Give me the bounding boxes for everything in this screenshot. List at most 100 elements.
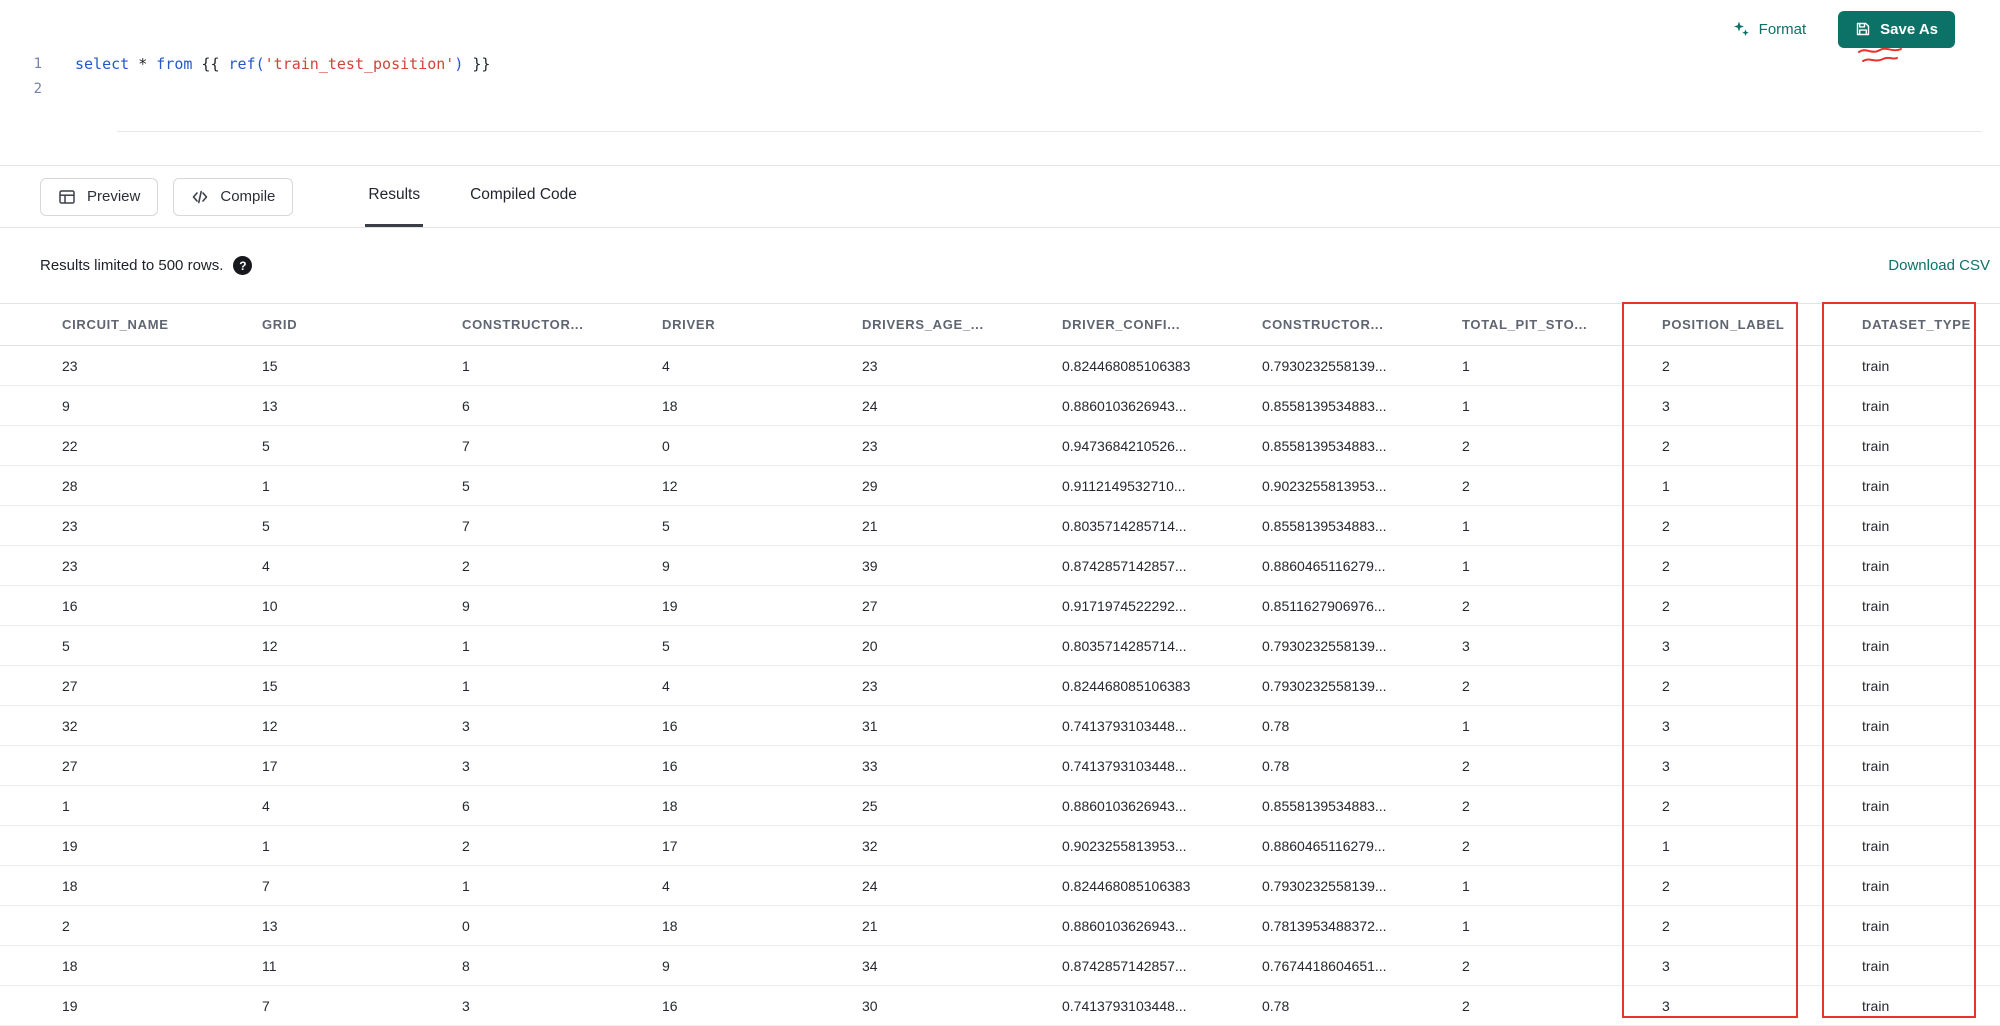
- table-row: 19 1 2 17 32 0.9023255813953... 0.886046511627…: [0, 825, 2000, 866]
- table-cell: 5: [200, 505, 400, 546]
- table-cell: train: [1800, 425, 2000, 466]
- table-cell: 4: [200, 785, 400, 826]
- table-cell: 1: [1400, 385, 1600, 426]
- table-cell: 0.8035714285714...: [1000, 625, 1200, 666]
- save-as-button[interactable]: Save As: [1838, 10, 1955, 48]
- table-cell: 27: [0, 745, 200, 786]
- table-cell: 3: [1600, 945, 1800, 986]
- sql-editor[interactable]: 12 select * from {{ ref('train_test_posi…: [0, 52, 2000, 165]
- table-cell: 18: [600, 385, 800, 426]
- table-cell: 2: [1600, 865, 1800, 906]
- table-cell: 0: [600, 425, 800, 466]
- table-cell: train: [1800, 625, 2000, 666]
- table-cell: 7: [400, 425, 600, 466]
- table-cell: 0.824468085106383: [1000, 865, 1200, 906]
- table-cell: 0.8742857142857...: [1000, 945, 1200, 986]
- tab-results[interactable]: Results: [365, 166, 424, 227]
- table-cell: 9: [400, 585, 600, 626]
- code-area[interactable]: select * from {{ ref('train_test_positio…: [42, 52, 2000, 165]
- table-cell: 2: [400, 825, 600, 866]
- table-cell: 0.824468085106383: [1000, 665, 1200, 706]
- table-cell: 3: [1600, 745, 1800, 786]
- table-cell: 0.8860103626943...: [1000, 905, 1200, 946]
- table-cell: 2: [1400, 825, 1600, 866]
- code-token: select: [75, 55, 130, 73]
- column-header-driver: DRIVER: [600, 303, 800, 346]
- table-cell: 0.7413793103448...: [1000, 745, 1200, 786]
- table-cell: 2: [1400, 785, 1600, 826]
- table-cell: 0.9023255813953...: [1000, 825, 1200, 866]
- column-header-constructor: CONSTRUCTOR...: [400, 303, 600, 346]
- table-cell: train: [1800, 585, 2000, 626]
- table-cell: 9: [600, 945, 800, 986]
- table-cell: 0: [400, 905, 600, 946]
- table-cell: 4: [600, 345, 800, 386]
- results-bar: Results limited to 500 rows. ? Download …: [0, 228, 2000, 303]
- column-header-drivers-age: DRIVERS_AGE_...: [800, 303, 1000, 346]
- table-row: 32 12 3 16 31 0.7413793103448... 0.78 1 3 train: [0, 705, 2000, 746]
- save-icon: [1855, 21, 1871, 37]
- table-cell: 1: [1400, 705, 1600, 746]
- table-cell: 0.8860465116279...: [1200, 545, 1400, 586]
- table-cell: 3: [1600, 625, 1800, 666]
- table-cell: train: [1800, 865, 2000, 906]
- tab-compiled-code[interactable]: Compiled Code: [467, 166, 580, 227]
- editor-gutter: 12: [0, 52, 42, 165]
- table-cell: 15: [200, 665, 400, 706]
- active-line-rule: [117, 131, 1982, 132]
- table-body: 23 15 1 4 23 0.824468085106383 0.7930232558139…: [0, 345, 2000, 1026]
- table-cell: 2: [1400, 945, 1600, 986]
- table-cell: 5: [200, 425, 400, 466]
- table-cell: 29: [800, 465, 1000, 506]
- table-cell: 0.8860103626943...: [1000, 785, 1200, 826]
- table-cell: train: [1800, 545, 2000, 586]
- table-row: 23 5 7 5 21 0.8035714285714... 0.8558139534883…: [0, 505, 2000, 546]
- table-cell: 0.78: [1200, 745, 1400, 786]
- table-cell: train: [1800, 665, 2000, 706]
- code-token: {{: [192, 55, 229, 73]
- table-cell: 18: [0, 945, 200, 986]
- editor-toolbar: Format Save As: [0, 0, 2000, 52]
- table-cell: 1: [400, 665, 600, 706]
- table-cell: train: [1800, 825, 2000, 866]
- table-cell: 0.8558139534883...: [1200, 785, 1400, 826]
- table-cell: 16: [600, 705, 800, 746]
- results-table: CIRCUIT_NAME GRID CONSTRUCTOR... DRIVER DRIV…: [0, 303, 2000, 1026]
- code-token: ): [454, 55, 464, 73]
- table-cell: 1: [1400, 865, 1600, 906]
- download-csv-link[interactable]: Download CSV: [1888, 257, 1990, 274]
- table-cell: 0.8558139534883...: [1200, 505, 1400, 546]
- help-icon[interactable]: ?: [233, 256, 253, 275]
- table-cell: 1: [400, 865, 600, 906]
- table-cell: 24: [800, 865, 1000, 906]
- compile-button[interactable]: Compile: [173, 177, 294, 216]
- code-token: ref(: [228, 55, 265, 73]
- table-cell: 27: [0, 665, 200, 706]
- table-cell: 2: [1400, 425, 1600, 466]
- table-row: 23 15 1 4 23 0.824468085106383 0.7930232558139…: [0, 345, 2000, 386]
- table-cell: 28: [0, 465, 200, 506]
- table-cell: 19: [0, 825, 200, 866]
- table-row: 9 13 6 18 24 0.8860103626943... 0.855813953488…: [0, 385, 2000, 426]
- table-cell: 1: [1400, 545, 1600, 586]
- table-cell: 13: [200, 385, 400, 426]
- table-cell: 0.8860103626943...: [1000, 385, 1200, 426]
- table-cell: 0.8558139534883...: [1200, 425, 1400, 466]
- table-row: 18 7 1 4 24 0.824468085106383 0.7930232558139.…: [0, 865, 2000, 906]
- preview-button[interactable]: Preview: [40, 177, 159, 216]
- ide-query-page: Format Save As 12 select * from {{ ref('…: [0, 0, 2000, 1026]
- table-cell: 17: [600, 825, 800, 866]
- table-cell: 0.7930232558139...: [1200, 665, 1400, 706]
- table-header-row: CIRCUIT_NAME GRID CONSTRUCTOR... DRIVER DRIV…: [0, 303, 2000, 346]
- table-cell: 33: [800, 745, 1000, 786]
- table-cell: train: [1800, 745, 2000, 786]
- format-button[interactable]: Format: [1732, 20, 1806, 38]
- table-cell: 0.9023255813953...: [1200, 465, 1400, 506]
- preview-label: Preview: [87, 188, 141, 205]
- table-cell: 3: [1400, 625, 1600, 666]
- table-cell: 2: [1600, 785, 1800, 826]
- table-cell: 1: [1400, 505, 1600, 546]
- table-cell: 6: [400, 385, 600, 426]
